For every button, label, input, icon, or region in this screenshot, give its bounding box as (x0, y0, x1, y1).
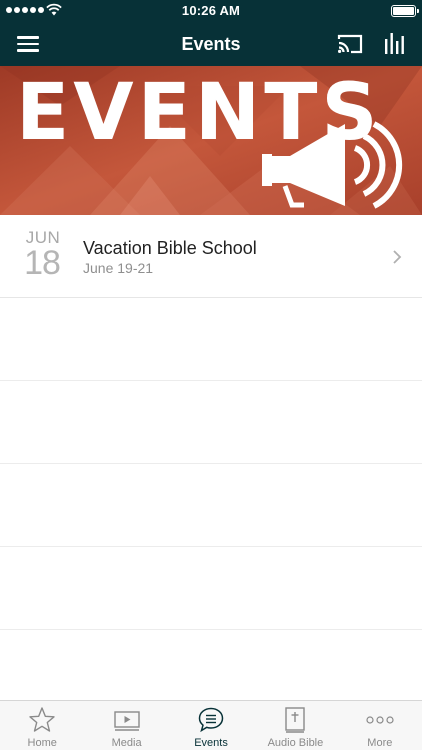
tab-label: More (367, 737, 393, 749)
tab-media[interactable]: Media (84, 701, 168, 750)
list-item[interactable]: JUN 18 Vacation Bible School June 19-21 (0, 215, 422, 298)
bible-icon (285, 707, 306, 733)
event-day: 18 (24, 244, 61, 282)
tab-home[interactable]: Home (0, 701, 84, 750)
tab-more[interactable]: More (338, 701, 422, 750)
nav-bar: Events (0, 22, 422, 66)
status-time: 10:26 AM (181, 3, 241, 18)
empty-row (0, 298, 422, 381)
tab-audio-bible[interactable]: Audio Bible (253, 701, 337, 750)
event-list: JUN 18 Vacation Bible School June 19-21 (0, 215, 422, 630)
tab-bar: Home Media Events Audio Bible More (0, 700, 422, 750)
play-icon (113, 711, 140, 731)
event-title: Vacation Bible School (83, 238, 257, 258)
battery-icon (391, 5, 419, 17)
tab-label: Home (27, 737, 57, 749)
more-dots-icon (366, 716, 394, 724)
empty-row (0, 464, 422, 547)
tab-label: Audio Bible (267, 737, 324, 749)
cast-icon[interactable] (337, 33, 363, 55)
tab-label: Events (194, 737, 228, 749)
banner-text: EVENTS (16, 68, 382, 158)
chevron-right-icon (393, 250, 402, 264)
events-banner: EVENTS (0, 66, 422, 215)
status-bar: 10:26 AM (0, 0, 422, 22)
tab-events[interactable]: Events (169, 701, 253, 750)
tab-label: Media (111, 737, 142, 749)
empty-row (0, 381, 422, 464)
bar-chart-icon[interactable] (384, 31, 406, 55)
star-icon (29, 707, 55, 732)
empty-row (0, 547, 422, 630)
chat-bubble-icon (198, 707, 224, 733)
event-date-range: June 19-21 (83, 260, 154, 276)
